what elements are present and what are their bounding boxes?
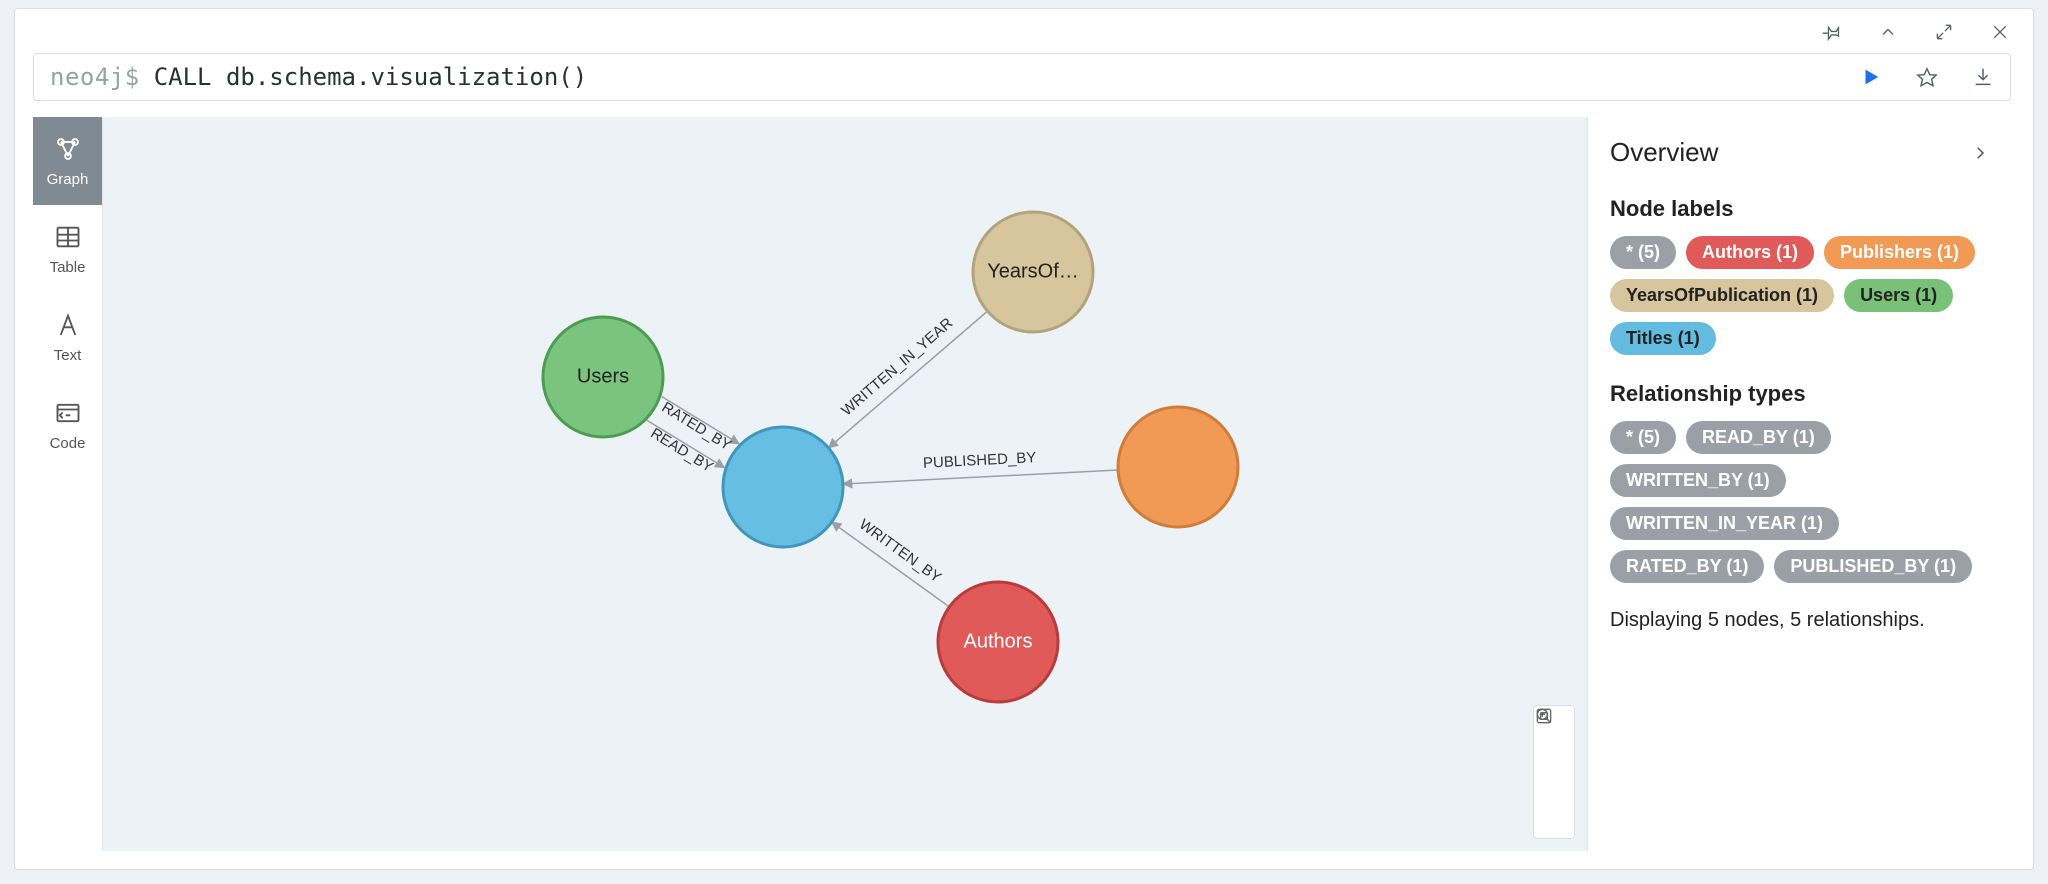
node-label-pill[interactable]: Users (1) [1844,279,1953,312]
query-prompt: neo4j$ [50,63,140,91]
download-icon[interactable] [1972,66,1994,88]
graph-edge[interactable] [828,311,987,448]
graph-node[interactable] [1118,407,1238,527]
graph-edge-label: PUBLISHED_BY [923,449,1037,472]
graph-edge-label: WRITTEN_IN_YEAR [838,315,956,420]
overview-panel: Overview Node labels * (5) Authors (1) Pub… [1587,117,2011,851]
node-label-pills: * (5) Authors (1) Publishers (1) YearsOfPub… [1610,236,1989,355]
close-icon[interactable] [1989,21,2011,43]
node-label-pill[interactable]: Titles (1) [1610,322,1716,355]
graph-edge-label: WRITTEN_BY [856,516,944,586]
pin-icon[interactable] [1821,21,1843,43]
graph-node[interactable] [543,317,663,437]
sidebar-item-label: Code [50,435,86,452]
zoom-controls [1533,705,1575,839]
relationship-type-pill[interactable]: PUBLISHED_BY (1) [1774,550,1972,583]
code-icon [54,399,82,427]
graph-node[interactable] [723,427,843,547]
relationship-type-pill[interactable]: READ_BY (1) [1686,421,1831,454]
node-labels-heading: Node labels [1610,196,1989,222]
node-label-pill[interactable]: Publishers (1) [1824,236,1975,269]
run-query-button[interactable] [1860,66,1882,88]
sidebar-item-label: Text [54,347,82,364]
sidebar-item-graph[interactable]: Graph [33,117,102,205]
graph-icon [54,135,82,163]
result-frame: neo4j$ Graph Table [14,8,2034,870]
relationship-types-heading: Relationship types [1610,381,1989,407]
relationship-type-pill[interactable]: * (5) [1610,421,1676,454]
relationship-type-pill[interactable]: WRITTEN_BY (1) [1610,464,1786,497]
query-actions [1860,66,1994,88]
query-bar: neo4j$ [33,53,2011,101]
sidebar-item-table[interactable]: Table [33,205,102,293]
table-icon [54,223,82,251]
graph-visualization[interactable]: RATED_BYREAD_BYWRITTEN_IN_YEARPUBLISHED_… [103,117,1587,851]
node-label-pill[interactable]: YearsOfPublication (1) [1610,279,1834,312]
node-label-pill[interactable]: * (5) [1610,236,1676,269]
relationship-type-pill[interactable]: RATED_BY (1) [1610,550,1764,583]
expand-icon[interactable] [1933,21,1955,43]
node-label-pill[interactable]: Authors (1) [1686,236,1814,269]
sidebar-item-label: Table [50,259,86,276]
sidebar-item-code[interactable]: Code [33,381,102,469]
text-icon [54,311,82,339]
favorite-icon[interactable] [1916,66,1938,88]
frame-top-actions [1821,21,2011,43]
zoom-out-button[interactable] [1534,750,1574,794]
zoom-fit-button[interactable] [1534,794,1574,838]
graph-node[interactable] [938,582,1058,702]
graph-edge[interactable] [843,470,1118,484]
chevron-right-icon[interactable] [1971,144,1989,162]
query-input[interactable] [154,63,1860,91]
result-body: Graph Table Text Code [33,117,2011,851]
overview-summary: Displaying 5 nodes, 5 relationships. [1610,609,1989,632]
relationship-type-pill[interactable]: WRITTEN_IN_YEAR (1) [1610,507,1839,540]
collapse-icon[interactable] [1877,21,1899,43]
view-sidebar: Graph Table Text Code [33,117,103,851]
sidebar-item-label: Graph [47,171,89,188]
overview-title: Overview [1610,137,1718,168]
graph-node[interactable] [973,212,1093,332]
sidebar-item-text[interactable]: Text [33,293,102,381]
relationship-type-pills: * (5) READ_BY (1) WRITTEN_BY (1) WRITTEN_IN… [1610,421,1989,583]
